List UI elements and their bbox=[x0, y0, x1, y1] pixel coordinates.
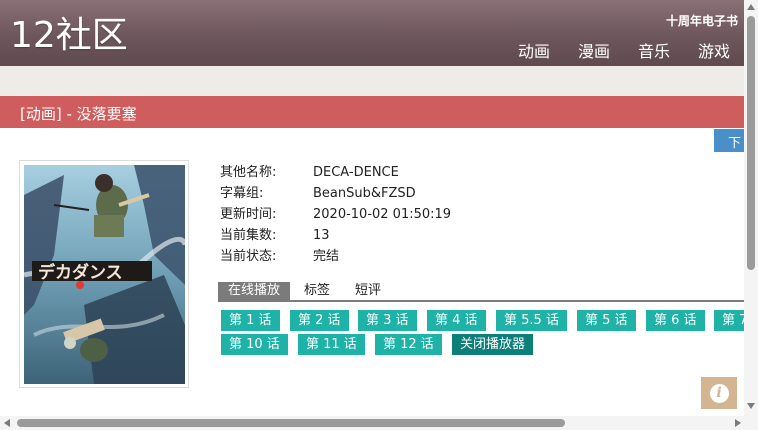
header-spacer bbox=[0, 66, 744, 96]
info-value: BeanSub&FZSD bbox=[313, 186, 416, 201]
scroll-up-arrow-icon[interactable] bbox=[747, 4, 755, 10]
episode-button[interactable]: 第 7 bbox=[714, 310, 744, 331]
section-bar: [动画] - 没落要塞 bbox=[0, 96, 744, 128]
info-row-episode-count: 当前集数: 13 bbox=[220, 225, 451, 246]
svg-text:デカダンス: デカダンス bbox=[38, 262, 123, 283]
nav-games[interactable]: 游戏 bbox=[698, 38, 730, 62]
scroll-down-arrow-icon[interactable] bbox=[747, 403, 755, 409]
vertical-scroll-thumb[interactable] bbox=[747, 16, 755, 270]
tab-tags[interactable]: 标签 bbox=[304, 282, 330, 300]
episode-button[interactable]: 第 5 话 bbox=[577, 310, 636, 331]
episode-button[interactable]: 第 12 话 bbox=[375, 334, 442, 355]
info-row-subgroup: 字幕组: BeanSub&FZSD bbox=[220, 183, 451, 204]
anime-info: 其他名称: DECA-DENCE 字幕组: BeanSub&FZSD 更新时间:… bbox=[220, 162, 451, 267]
info-value: DECA-DENCE bbox=[313, 165, 399, 180]
episode-button[interactable]: 第 1 话 bbox=[221, 310, 280, 331]
anniversary-ebook-link[interactable]: 十周年电子书 bbox=[666, 12, 738, 29]
site-header: 12社区 十周年电子书 动画 漫画 音乐 游戏 bbox=[0, 0, 744, 66]
episode-button[interactable]: 第 4 话 bbox=[427, 310, 486, 331]
info-label: 更新时间: bbox=[220, 207, 277, 222]
info-row-alias: 其他名称: DECA-DENCE bbox=[220, 162, 451, 183]
download-button[interactable]: 下 bbox=[714, 129, 744, 152]
info-value: 2020-10-02 01:50:19 bbox=[313, 207, 452, 222]
detail-tabs: 在线播放 标签 短评 bbox=[218, 282, 744, 302]
episode-button[interactable]: 第 3 话 bbox=[358, 310, 417, 331]
close-player-button[interactable]: 关闭播放器 bbox=[452, 334, 534, 355]
info-label: 当前集数: bbox=[220, 228, 277, 243]
info-row-status: 当前状态: 完结 bbox=[220, 246, 451, 267]
scroll-left-arrow-icon[interactable] bbox=[4, 419, 10, 427]
info-value: 13 bbox=[313, 228, 330, 243]
info-value: 完结 bbox=[313, 249, 340, 264]
episode-button[interactable]: 第 11 话 bbox=[298, 334, 365, 355]
vertical-scrollbar[interactable] bbox=[744, 0, 758, 416]
page-title: [动画] - 没落要塞 bbox=[20, 105, 137, 123]
nav-music[interactable]: 音乐 bbox=[638, 38, 670, 62]
info-label: 当前状态: bbox=[220, 249, 277, 264]
tab-reviews[interactable]: 短评 bbox=[355, 282, 381, 300]
info-button[interactable]: i bbox=[701, 377, 737, 409]
scroll-right-arrow-icon[interactable] bbox=[735, 419, 741, 427]
info-row-updated: 更新时间: 2020-10-02 01:50:19 bbox=[220, 204, 451, 225]
horizontal-scroll-thumb[interactable] bbox=[17, 419, 565, 427]
nav-manga[interactable]: 漫画 bbox=[578, 38, 610, 62]
info-label: 其他名称: bbox=[220, 165, 277, 180]
episode-button[interactable]: 第 6 话 bbox=[646, 310, 705, 331]
tab-online-play[interactable]: 在线播放 bbox=[218, 282, 291, 300]
nav-anime[interactable]: 动画 bbox=[518, 38, 550, 62]
poster-frame: デカダンス bbox=[19, 160, 189, 388]
anime-poster-image[interactable]: デカダンス bbox=[24, 165, 185, 384]
site-logo[interactable]: 12社区 bbox=[10, 14, 128, 58]
horizontal-scrollbar[interactable] bbox=[0, 416, 758, 430]
episode-button[interactable]: 第 10 话 bbox=[221, 334, 288, 355]
episode-button[interactable]: 第 5.5 话 bbox=[496, 310, 567, 331]
info-label: 字幕组: bbox=[220, 186, 264, 201]
main-nav: 动画 漫画 音乐 游戏 bbox=[518, 38, 730, 62]
episode-button[interactable]: 第 2 话 bbox=[290, 310, 349, 331]
info-icon: i bbox=[709, 383, 729, 403]
